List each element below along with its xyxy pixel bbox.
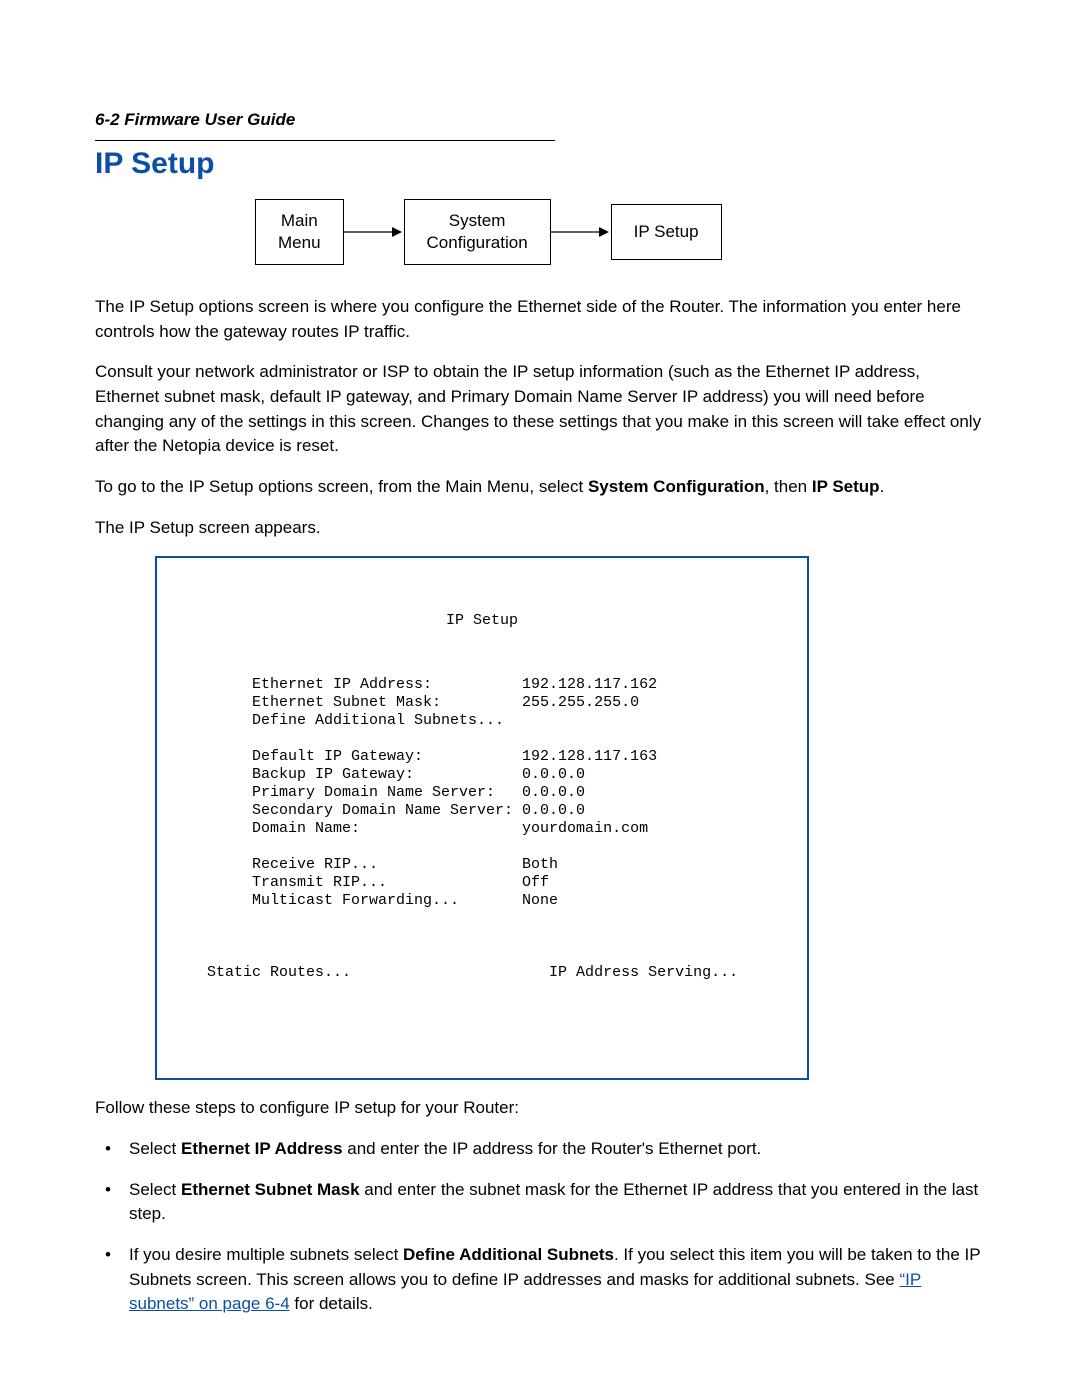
nav-box-line: System — [449, 211, 506, 230]
terminal-body: Ethernet IP Address: 192.128.117.162 Eth… — [157, 676, 807, 982]
terminal-title: IP Setup — [157, 612, 807, 630]
text: and enter the IP address for the Router'… — [343, 1139, 762, 1158]
list-item: Select Ethernet Subnet Mask and enter th… — [95, 1178, 985, 1227]
text: To go to the IP Setup options screen, fr… — [95, 477, 588, 496]
paragraph: The IP Setup screen appears. — [95, 516, 985, 541]
text: for details. — [290, 1294, 373, 1313]
text: Select — [129, 1180, 181, 1199]
steps-list: Select Ethernet IP Address and enter the… — [95, 1137, 985, 1317]
bold-text: IP Setup — [812, 477, 880, 496]
list-item: If you desire multiple subnets select De… — [95, 1243, 985, 1317]
list-item: Select Ethernet IP Address and enter the… — [95, 1137, 985, 1162]
bold-text: System Configuration — [588, 477, 765, 496]
paragraph: Consult your network administrator or IS… — [95, 360, 985, 459]
arrow-right-icon — [344, 222, 404, 242]
bold-text: Define Additional Subnets — [403, 1245, 614, 1264]
paragraph: The IP Setup options screen is where you… — [95, 295, 985, 344]
nav-box-line: Main — [281, 211, 318, 230]
nav-diagram: Main Menu System Configuration IP Setup — [255, 199, 985, 265]
terminal-screen: IP Setup Ethernet IP Address: 192.128.11… — [155, 556, 809, 1080]
nav-box-line: Menu — [278, 233, 321, 252]
nav-box-system-config: System Configuration — [404, 199, 551, 265]
nav-box-line: Configuration — [427, 233, 528, 252]
nav-box-line: IP Setup — [634, 222, 699, 241]
nav-box-ip-setup: IP Setup — [611, 204, 722, 260]
paragraph: To go to the IP Setup options screen, fr… — [95, 475, 985, 500]
nav-box-main-menu: Main Menu — [255, 199, 344, 265]
text: Select — [129, 1139, 181, 1158]
text: , then — [765, 477, 812, 496]
paragraph: Follow these steps to configure IP setup… — [95, 1096, 985, 1121]
bold-text: Ethernet IP Address — [181, 1139, 343, 1158]
text: . — [880, 477, 885, 496]
page-header: 6-2 Firmware User Guide — [95, 110, 985, 130]
bold-text: Ethernet Subnet Mask — [181, 1180, 360, 1199]
text: If you desire multiple subnets select — [129, 1245, 403, 1264]
page: 6-2 Firmware User Guide IP Setup Main Me… — [0, 0, 1080, 1397]
header-rule — [95, 140, 555, 141]
arrow-right-icon — [551, 222, 611, 242]
section-title: IP Setup — [95, 147, 985, 181]
